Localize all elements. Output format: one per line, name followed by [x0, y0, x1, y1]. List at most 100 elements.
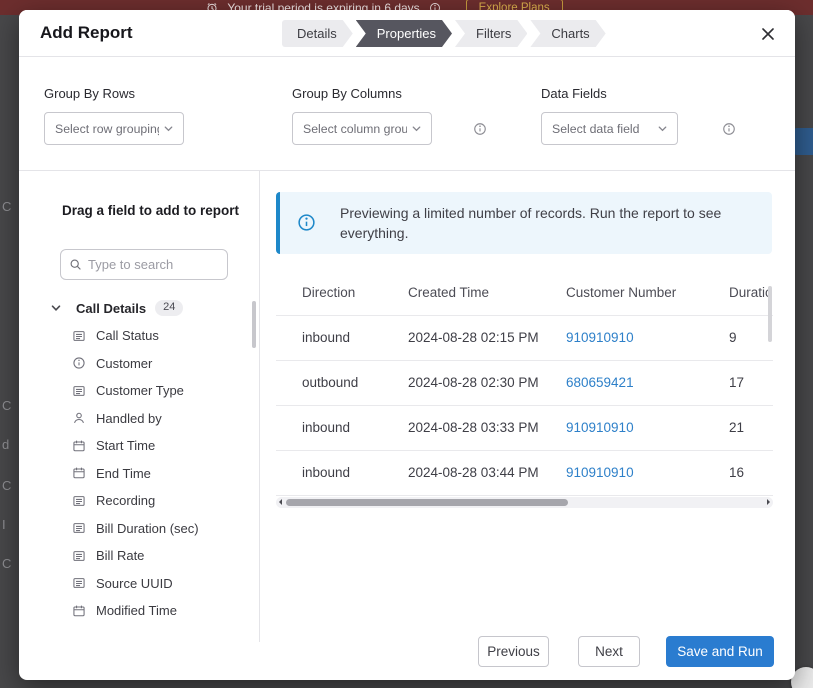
select-value: Select column grou... — [303, 122, 407, 136]
field-label: Customer Type — [96, 383, 184, 398]
screen: Your trial period is expiring in 6 days … — [0, 0, 813, 688]
column-header: Duration ( — [703, 270, 773, 315]
data-fields-select[interactable]: Select data field — [541, 112, 678, 145]
step-filters[interactable]: Filters — [455, 20, 527, 47]
chevron-down-icon — [50, 302, 62, 314]
chevron-down-icon — [657, 123, 668, 134]
list-icon — [72, 494, 86, 508]
table-cell: 2024-08-28 02:30 PM — [382, 360, 540, 405]
table-horizontal-scrollbar[interactable] — [276, 497, 773, 508]
table-cell: 9 — [703, 315, 773, 360]
column-header: Direction — [276, 270, 382, 315]
info-icon[interactable] — [473, 122, 487, 136]
table-cell: inbound — [276, 405, 382, 450]
table-cell: 17 — [703, 360, 773, 405]
modal-title: Add Report — [40, 23, 133, 43]
background-text-fragment: C — [2, 478, 11, 493]
step-charts[interactable]: Charts — [530, 20, 605, 47]
field-item[interactable]: Handled by — [19, 405, 253, 433]
field-item[interactable]: Start Time — [19, 432, 253, 460]
field-item[interactable]: Bill Duration (sec) — [19, 515, 253, 543]
fields-panel: Drag a field to add to report Call Detai… — [19, 171, 260, 642]
background-text-fragment: d — [2, 437, 9, 452]
scrollbar-thumb[interactable] — [286, 499, 568, 506]
user-icon — [72, 411, 86, 425]
group-by-rows-field: Group By Rows Select row grouping... — [44, 86, 184, 145]
group-by-rows-select[interactable]: Select row grouping... — [44, 112, 184, 145]
data-fields-field: Data Fields Select data field — [541, 86, 678, 145]
step-properties[interactable]: Properties — [356, 20, 452, 47]
table-cell: 910910910 — [540, 450, 703, 495]
info-icon — [297, 213, 316, 232]
search-input[interactable] — [88, 257, 219, 272]
table-row: outbound2024-08-28 02:30 PM 680659421 17 — [276, 360, 773, 405]
table-header-row: DirectionCreated TimeCustomer NumberDura… — [276, 270, 773, 315]
preview-table: DirectionCreated TimeCustomer NumberDura… — [276, 270, 773, 496]
alert-text: Previewing a limited number of records. … — [340, 203, 764, 243]
table-cell: 680659421 — [540, 360, 703, 405]
table-cell: inbound — [276, 315, 382, 360]
preview-info-alert: Previewing a limited number of records. … — [276, 192, 772, 254]
customer-number-link[interactable]: 910910910 — [566, 330, 634, 345]
search-box[interactable] — [60, 249, 228, 280]
group-by-columns-label: Group By Columns — [292, 86, 432, 101]
column-header: Created Time — [382, 270, 540, 315]
previous-button[interactable]: Previous — [478, 636, 549, 667]
fields-scrollbar[interactable] — [252, 301, 256, 348]
table-vertical-scrollbar[interactable] — [768, 286, 772, 342]
list-icon — [72, 329, 86, 343]
save-and-run-button[interactable]: Save and Run — [666, 636, 774, 667]
background-button-fragment — [793, 128, 813, 155]
field-label: Source UUID — [96, 576, 173, 591]
table-cell: 2024-08-28 02:15 PM — [382, 315, 540, 360]
select-value: Select row grouping... — [55, 122, 159, 136]
calendar-icon — [72, 439, 86, 453]
customer-number-link[interactable]: 910910910 — [566, 465, 634, 480]
fields-panel-heading: Drag a field to add to report — [62, 203, 239, 218]
table-body: inbound2024-08-28 02:15 PM9109109109outb… — [276, 315, 773, 495]
field-item[interactable]: Call Status — [19, 322, 253, 350]
info-icon[interactable] — [722, 122, 736, 136]
customer-number-link[interactable]: 680659421 — [566, 375, 634, 390]
column-header: Customer Number — [540, 270, 703, 315]
calendar-icon — [72, 604, 86, 618]
field-label: Modified Time — [96, 603, 177, 618]
close-button[interactable] — [755, 21, 781, 47]
field-label: Customer — [96, 356, 152, 371]
field-label: Start Time — [96, 438, 155, 453]
field-item[interactable]: Recording — [19, 487, 253, 515]
add-report-modal: Add Report DetailsPropertiesFiltersChart… — [19, 10, 795, 680]
calendar-icon — [72, 466, 86, 480]
field-count-badge: 24 — [155, 300, 183, 316]
group-by-columns-field: Group By Columns Select column grou... — [292, 86, 432, 145]
list-icon — [72, 576, 86, 590]
field-group-label: Call Details — [76, 301, 146, 316]
field-item[interactable]: Source UUID — [19, 570, 253, 598]
stepper: DetailsPropertiesFiltersCharts — [282, 20, 609, 47]
step-details[interactable]: Details — [282, 20, 353, 47]
chevron-down-icon — [411, 123, 422, 134]
scroll-right-icon[interactable] — [767, 499, 770, 505]
background-text-fragment: I — [2, 517, 6, 532]
search-icon — [69, 258, 82, 271]
table-cell: 910910910 — [540, 405, 703, 450]
table-row: inbound2024-08-28 03:33 PM91091091021 — [276, 405, 773, 450]
field-item[interactable]: Customer Type — [19, 377, 253, 405]
chevron-down-icon — [163, 123, 174, 134]
list-icon — [72, 549, 86, 563]
group-by-columns-select[interactable]: Select column grou... — [292, 112, 432, 145]
field-item[interactable]: Customer — [19, 350, 253, 378]
next-button[interactable]: Next — [578, 636, 640, 667]
close-icon — [761, 27, 775, 41]
field-item[interactable]: Bill Rate — [19, 542, 253, 570]
table-cell: 21 — [703, 405, 773, 450]
customer-number-link[interactable]: 910910910 — [566, 420, 634, 435]
scroll-left-icon[interactable] — [279, 499, 282, 505]
table-cell: outbound — [276, 360, 382, 405]
select-value: Select data field — [552, 122, 640, 136]
table-cell: inbound — [276, 450, 382, 495]
field-item[interactable]: Modified Time — [19, 597, 253, 625]
background-text-fragment: C — [2, 398, 11, 413]
field-item[interactable]: End Time — [19, 460, 253, 488]
field-group-header[interactable]: Call Details 24 — [50, 300, 183, 316]
